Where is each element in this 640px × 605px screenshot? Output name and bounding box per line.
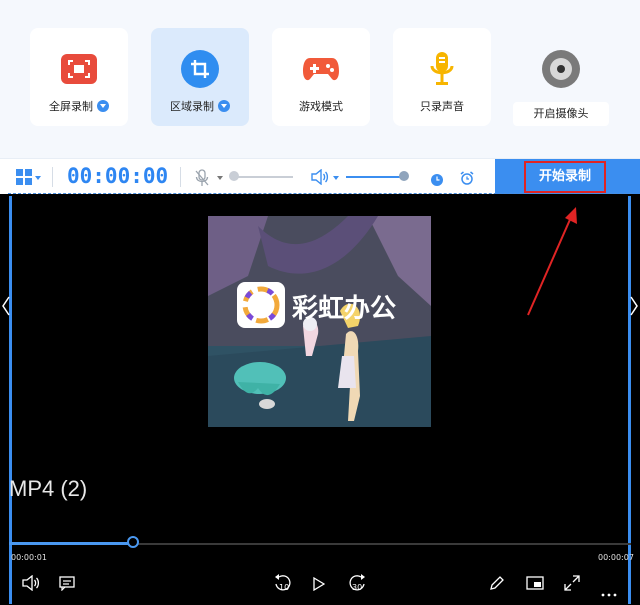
mic-volume-slider[interactable] [231,176,293,178]
current-time: 00:00:01 [11,553,47,562]
progress-fill [9,542,133,545]
next-arrow-icon[interactable] [629,296,639,316]
layout-grid-icon[interactable] [16,169,32,185]
region-selection-border [8,193,632,194]
record-toolbar: 00:00:00 开始录制 [0,158,640,195]
video-frame: 彩虹办公 [208,216,431,427]
webcam-icon[interactable] [542,50,580,88]
edit-pen-icon[interactable] [489,575,505,595]
system-volume-slider[interactable] [346,176,404,178]
start-record-label: 开始录制 [524,161,606,193]
forward-seconds: 30 [352,583,363,592]
rewind-seconds: 10 [279,583,290,592]
progress-knob[interactable] [127,536,139,548]
divider [52,167,53,187]
chevron-down-icon[interactable] [333,176,339,180]
chevron-down-icon[interactable] [97,100,109,112]
mode-game[interactable]: 游戏模式 [272,28,370,126]
watermark-text: 彩虹办公 [292,294,397,324]
chevron-down-icon[interactable] [35,176,41,180]
volume-icon[interactable] [22,574,40,595]
mode-label: 区域录制 [170,100,214,113]
subtitles-icon[interactable] [59,575,75,595]
alarm-icon[interactable] [460,170,474,189]
volume-slider-knob[interactable] [399,171,409,181]
previous-arrow-icon[interactable] [1,296,11,316]
play-icon[interactable] [313,576,326,595]
mode-bar: 全屏录制 区域录制 游戏模式 只录声音 开启摄像头 [0,0,640,158]
clock-icon[interactable] [431,171,443,190]
mode-label: 全屏录制 [49,100,93,113]
record-timer: 00:00:00 [67,164,169,188]
picture-in-picture-icon[interactable] [526,575,544,595]
gamepad-icon [302,50,340,88]
mode-audio-only[interactable]: 只录声音 [393,28,491,126]
divider [180,167,181,187]
speaker-icon[interactable] [311,168,329,189]
mode-fullscreen-record[interactable]: 全屏录制 [30,28,128,126]
microphone-icon [423,50,461,88]
chevron-down-icon[interactable] [218,100,230,112]
video-title: MP4 (2) [9,476,88,501]
microphone-mute-icon[interactable] [195,169,209,191]
region-record-icon [181,50,219,88]
open-camera-button[interactable]: 开启摄像头 [513,102,609,126]
more-options-icon[interactable] [601,582,617,601]
mic-slider-knob[interactable] [229,171,239,181]
fullscreen-record-icon [61,54,97,84]
annotation-arrow [527,207,577,316]
fullscreen-icon[interactable] [564,575,580,595]
mode-label: 只录声音 [420,100,464,113]
chevron-down-icon[interactable] [217,176,223,180]
total-time: 00:00:07 [598,553,634,562]
mode-region-record[interactable]: 区域录制 [151,28,249,126]
mode-label: 游戏模式 [299,100,343,113]
start-record-button[interactable]: 开始录制 [495,159,640,195]
